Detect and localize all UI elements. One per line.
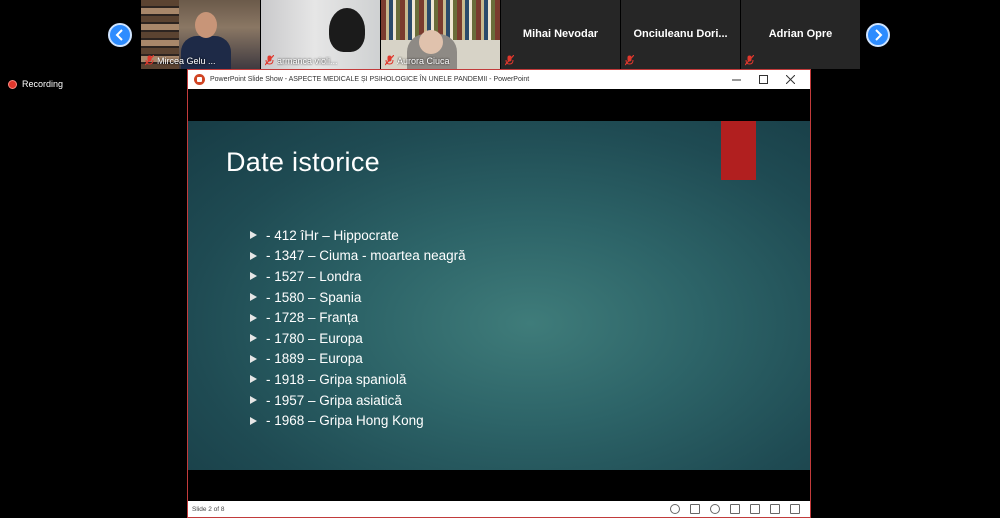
chevron-left-icon xyxy=(115,29,123,41)
window-titlebar[interactable]: PowerPoint Slide Show - ASPECTE MEDICALE… xyxy=(188,70,810,89)
slide-accent-bar xyxy=(721,121,756,180)
previous-participants-button[interactable] xyxy=(108,23,132,47)
participant-strip: Mircea Gelu ... armanca violi... Aurora … xyxy=(141,0,861,69)
reading-view-icon[interactable] xyxy=(770,504,780,514)
bullet-triangle-icon xyxy=(250,396,257,405)
bullet-triangle-icon xyxy=(250,416,257,425)
minimize-icon xyxy=(732,79,741,81)
slide-sorter-icon[interactable] xyxy=(750,504,760,514)
participant-name: armanca violi... xyxy=(277,56,338,66)
participant-name: Mircea Gelu ... xyxy=(157,56,216,66)
participant-name: Onciuleanu Dori... xyxy=(633,28,728,40)
slide-bullet-list: - 412 îHr – Hippocrate - 1347 – Ciuma - … xyxy=(250,225,466,431)
minimize-button[interactable] xyxy=(723,70,750,89)
slide-counter: Slide 2 of 8 xyxy=(192,505,225,513)
recording-indicator[interactable]: Recording xyxy=(8,79,63,89)
participant-tile[interactable]: Mihai Nevodar xyxy=(501,0,620,69)
normal-view-icon[interactable] xyxy=(730,504,740,514)
participant-tile[interactable]: armanca violi... xyxy=(261,0,380,69)
next-slide-icon[interactable] xyxy=(710,504,720,514)
record-icon xyxy=(8,79,17,89)
maximize-button[interactable] xyxy=(750,70,777,89)
slide-title: Date istorice xyxy=(226,147,380,177)
list-item: - 1347 – Ciuma - moartea neagră xyxy=(250,246,466,267)
participant-name: Mihai Nevodar xyxy=(522,28,599,40)
bullet-triangle-icon xyxy=(250,375,257,384)
maximize-icon xyxy=(759,75,768,84)
list-item: - 1889 – Europa xyxy=(250,349,466,370)
next-participants-button[interactable] xyxy=(866,23,890,47)
recording-label: Recording xyxy=(22,79,64,89)
list-item: - 1580 – Spania xyxy=(250,287,466,308)
list-item: - 1968 – Gripa Hong Kong xyxy=(250,410,466,431)
bullet-triangle-icon xyxy=(250,231,257,240)
bullet-triangle-icon xyxy=(250,272,257,281)
previous-slide-icon[interactable] xyxy=(670,504,680,514)
menu-icon[interactable] xyxy=(690,504,700,514)
mic-muted-icon xyxy=(625,55,634,66)
slideshow-view-icon[interactable] xyxy=(790,504,800,514)
mic-muted-icon xyxy=(265,55,274,66)
participant-tile[interactable]: Adrian Opre xyxy=(741,0,860,69)
participant-name: Aurora Ciuca xyxy=(397,56,450,66)
participant-tile[interactable]: Aurora Ciuca xyxy=(381,0,500,69)
slideshow-statusbar: Slide 2 of 8 xyxy=(188,501,810,517)
close-button[interactable] xyxy=(777,70,804,89)
participant-tile[interactable]: Onciuleanu Dori... xyxy=(621,0,740,69)
mic-muted-icon xyxy=(145,55,154,66)
list-item: - 1728 – Franța xyxy=(250,307,466,328)
list-item: - 1780 – Europa xyxy=(250,328,466,349)
close-icon xyxy=(786,75,795,84)
bullet-triangle-icon xyxy=(250,313,257,322)
mic-muted-icon xyxy=(505,55,514,66)
list-item: - 412 îHr – Hippocrate xyxy=(250,225,466,246)
bullet-triangle-icon xyxy=(250,354,257,363)
powerpoint-window: PowerPoint Slide Show - ASPECTE MEDICALE… xyxy=(187,69,811,518)
chevron-right-icon xyxy=(875,29,883,41)
mic-muted-icon xyxy=(385,55,394,66)
list-item: - 1918 – Gripa spaniolă xyxy=(250,369,466,390)
list-item: - 1527 – Londra xyxy=(250,266,466,287)
bullet-triangle-icon xyxy=(250,334,257,343)
bullet-triangle-icon xyxy=(250,293,257,302)
participant-name: Adrian Opre xyxy=(768,28,833,40)
slide[interactable]: Date istorice - 412 îHr – Hippocrate - 1… xyxy=(188,121,810,470)
bullet-triangle-icon xyxy=(250,251,257,260)
powerpoint-logo-icon xyxy=(194,74,205,85)
participant-tile[interactable]: Mircea Gelu ... xyxy=(141,0,260,69)
list-item: - 1957 – Gripa asiatică xyxy=(250,390,466,411)
mic-muted-icon xyxy=(745,55,754,66)
window-title: PowerPoint Slide Show - ASPECTE MEDICALE… xyxy=(210,76,530,83)
